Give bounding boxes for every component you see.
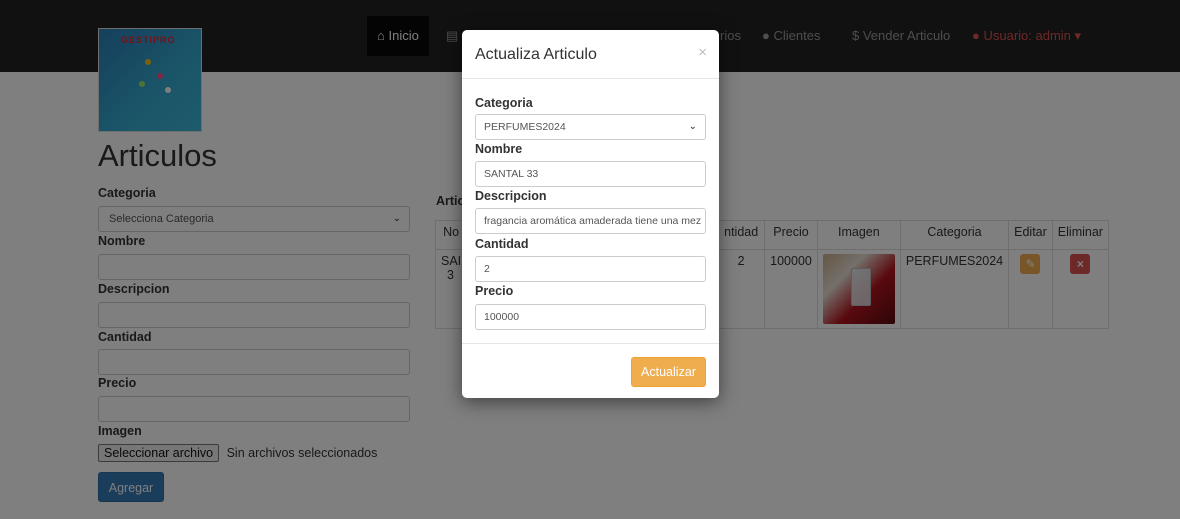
modal-cantidad-label: Cantidad xyxy=(475,237,529,251)
modal-categoria-select[interactable]: PERFUMES2024 ⌄ xyxy=(475,114,706,140)
modal-title: Actualiza Articulo xyxy=(475,46,597,63)
modal-nombre-input[interactable]: SANTAL 33 xyxy=(475,161,706,187)
update-button[interactable]: Actualizar xyxy=(631,357,706,387)
modal-cantidad-input[interactable]: 2 xyxy=(475,256,706,282)
modal-descripcion-label: Descripcion xyxy=(475,189,547,203)
modal-header: Actualiza Articulo × xyxy=(462,30,719,79)
modal-precio-input[interactable]: 100000 xyxy=(475,304,706,330)
close-icon[interactable]: × xyxy=(698,44,707,61)
modal-categoria-label: Categoria xyxy=(475,96,533,110)
modal-precio-label: Precio xyxy=(475,284,514,298)
modal-nombre-label: Nombre xyxy=(475,142,523,156)
modal-descripcion-input[interactable]: fragancia aromática amaderada tiene una … xyxy=(475,208,706,234)
chevron-down-icon: ⌄ xyxy=(688,121,697,132)
modal-footer: Actualizar xyxy=(462,343,719,399)
update-article-modal: Actualiza Articulo × Categoria PERFUMES2… xyxy=(462,30,719,398)
